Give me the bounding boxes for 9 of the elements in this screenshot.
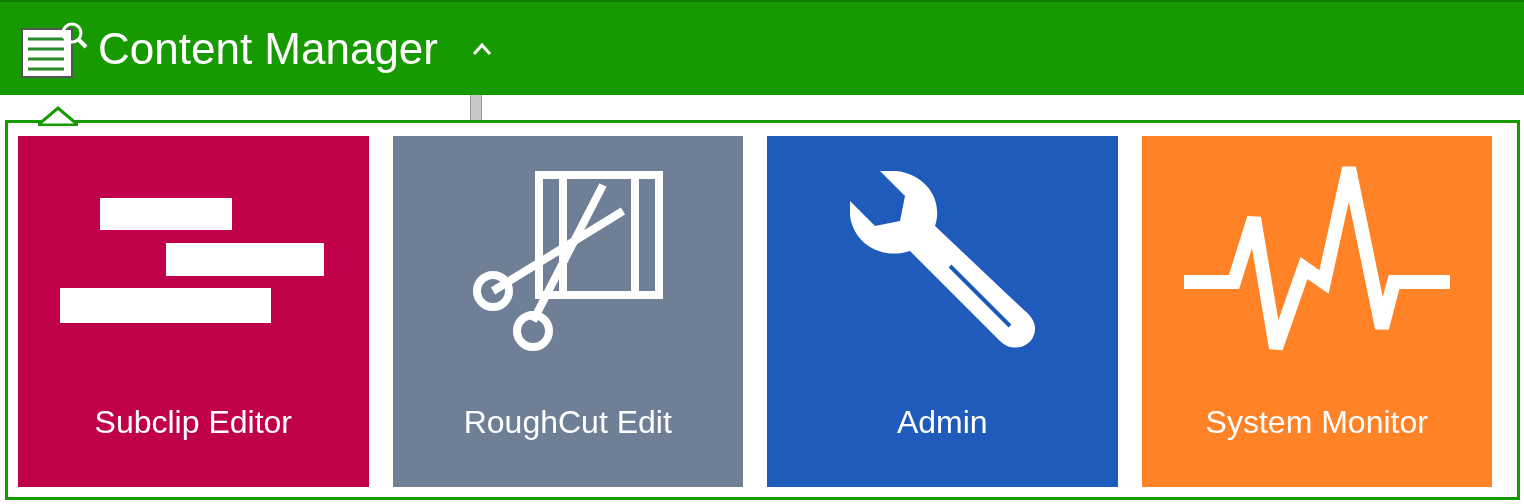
bars-icon	[60, 198, 327, 324]
app-tile[interactable]: Admin	[767, 136, 1118, 487]
collapse-button[interactable]	[472, 41, 492, 56]
app-title: Content Manager	[98, 23, 438, 74]
wrench-icon	[849, 171, 1035, 351]
splitter-handle[interactable]	[470, 95, 482, 120]
app-tile[interactable]: RoughCut Edit	[392, 136, 743, 487]
film-scissors-icon	[472, 171, 663, 351]
app-tile[interactable]: Subclip Editor	[18, 136, 369, 487]
